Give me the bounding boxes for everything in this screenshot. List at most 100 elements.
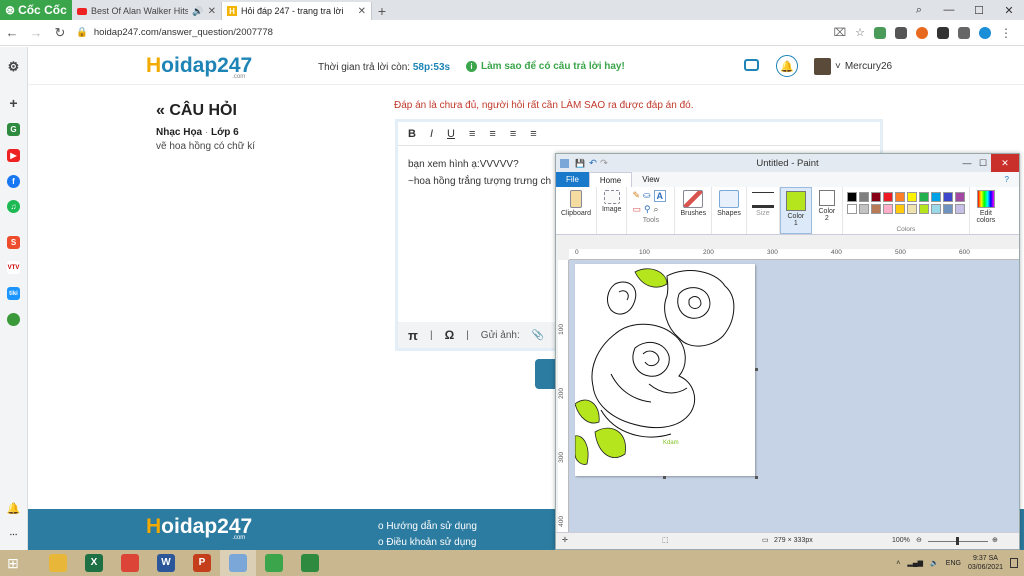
question-subject[interactable]: Nhạc Họa bbox=[156, 127, 202, 138]
palette-swatch[interactable] bbox=[918, 204, 929, 214]
palette-swatch[interactable] bbox=[858, 192, 869, 202]
tab-view[interactable]: View bbox=[632, 172, 669, 187]
palette-swatch[interactable] bbox=[906, 192, 917, 202]
audio-icon[interactable]: 🔊 bbox=[192, 6, 203, 17]
palette-swatch[interactable] bbox=[882, 192, 893, 202]
align-left-icon[interactable]: ≡ bbox=[469, 128, 475, 140]
screenshot-icon[interactable]: ⌧ bbox=[833, 26, 846, 39]
fill-icon[interactable]: ⛀ bbox=[643, 190, 651, 202]
reload-icon[interactable]: ↻ bbox=[48, 25, 72, 41]
puzzle-extensions-icon[interactable] bbox=[937, 26, 949, 39]
messages-icon[interactable] bbox=[744, 59, 759, 71]
color-palette[interactable] bbox=[843, 187, 969, 219]
more-menu-icon[interactable]: ⋮ bbox=[1000, 26, 1012, 40]
notification-bell-icon[interactable]: 🔔 bbox=[7, 502, 21, 515]
footer-link-guide[interactable]: o Hướng dẫn sử dụng bbox=[378, 519, 477, 535]
underline-button[interactable]: U bbox=[447, 128, 455, 140]
palette-swatch[interactable] bbox=[942, 192, 953, 202]
minimize-icon[interactable]: — bbox=[959, 154, 975, 172]
tab-home[interactable]: Home bbox=[588, 171, 633, 188]
size-group[interactable]: Size bbox=[747, 187, 780, 234]
question-grade[interactable]: Lớp 6 bbox=[211, 127, 239, 138]
tray-up-arrow-icon[interactable]: ˄ bbox=[896, 560, 900, 567]
palette-swatch[interactable] bbox=[894, 204, 905, 214]
site-logo[interactable]: Hoidap247.com bbox=[146, 54, 252, 80]
zoom-out-icon[interactable]: ⊖ bbox=[916, 536, 922, 544]
brushes-group[interactable]: Brushes bbox=[675, 187, 713, 234]
forward-icon[interactable]: → bbox=[24, 25, 48, 40]
download-icon[interactable] bbox=[895, 26, 907, 39]
network-icon[interactable]: ▂▄▆ bbox=[907, 559, 923, 567]
resize-handle-right[interactable] bbox=[755, 368, 758, 371]
palette-swatch[interactable] bbox=[870, 204, 881, 214]
palette-swatch[interactable] bbox=[954, 192, 965, 202]
palette-swatch[interactable] bbox=[942, 204, 953, 214]
palette-swatch[interactable] bbox=[930, 192, 941, 202]
align-right-icon[interactable]: ≡ bbox=[510, 128, 516, 140]
taskbar-excel-green[interactable] bbox=[292, 550, 328, 576]
tab-file[interactable]: File bbox=[556, 172, 589, 187]
footer-logo[interactable]: Hoidap247.com bbox=[146, 515, 252, 541]
palette-swatch[interactable] bbox=[882, 204, 893, 214]
text-icon[interactable]: A bbox=[653, 190, 667, 202]
taskbar-excel[interactable]: X bbox=[76, 550, 112, 576]
profile-icon[interactable] bbox=[979, 26, 991, 39]
color2-selector[interactable]: Color 2 bbox=[812, 187, 843, 234]
taskbar-word[interactable]: W bbox=[148, 550, 184, 576]
taskbar-powerpoint[interactable]: P bbox=[184, 550, 220, 576]
zoom-in-icon[interactable]: ⊕ bbox=[992, 536, 998, 544]
palette-swatch[interactable] bbox=[906, 204, 917, 214]
minimize-icon[interactable]: — bbox=[934, 0, 964, 20]
palette-swatch[interactable] bbox=[894, 192, 905, 202]
magnifier-icon[interactable]: ⌕ bbox=[654, 204, 659, 215]
sidebar-green-app-icon[interactable]: G bbox=[7, 123, 20, 136]
sidebar-vtv-icon[interactable]: VTV bbox=[7, 261, 20, 274]
close-window-icon[interactable]: ✕ bbox=[991, 154, 1019, 172]
maximize-icon[interactable]: ☐ bbox=[964, 0, 994, 20]
edit-colors-button[interactable]: Edit colors bbox=[970, 187, 1002, 234]
sidebar-add-icon[interactable]: + bbox=[7, 95, 20, 111]
footer-link-terms[interactable]: o Điều khoản sử dụng bbox=[378, 535, 477, 550]
palette-swatch[interactable] bbox=[870, 192, 881, 202]
coccoc-extension-icon[interactable] bbox=[916, 26, 928, 39]
palette-swatch[interactable] bbox=[954, 204, 965, 214]
color-picker-icon[interactable]: ⚲ bbox=[644, 204, 651, 215]
sidebar-shopee-icon[interactable]: S bbox=[7, 236, 20, 249]
close-window-icon[interactable]: ✕ bbox=[994, 0, 1024, 20]
bookmark-star-icon[interactable]: ☆ bbox=[855, 26, 865, 39]
sidebar-youtube-icon[interactable]: ▶ bbox=[7, 149, 20, 162]
color1-selector[interactable]: Color 1 bbox=[779, 187, 812, 234]
taskbar-paint[interactable] bbox=[220, 550, 256, 576]
howto-link[interactable]: i Làm sao để có câu trả lời hay! bbox=[466, 61, 625, 72]
palette-swatch[interactable] bbox=[930, 204, 941, 214]
sidebar-spotify-icon[interactable]: ♫ bbox=[7, 200, 20, 213]
clipboard-group[interactable]: Clipboard bbox=[556, 187, 597, 234]
shield-extension-icon[interactable] bbox=[874, 26, 886, 39]
notification-center-icon[interactable] bbox=[1010, 558, 1018, 568]
align-justify-icon[interactable]: ≡ bbox=[530, 128, 536, 140]
shapes-group[interactable]: Shapes bbox=[712, 187, 747, 234]
sidebar-facebook-icon[interactable]: f bbox=[7, 175, 20, 188]
drawing-canvas[interactable]: Kdam bbox=[574, 264, 755, 476]
bold-button[interactable]: B bbox=[408, 128, 416, 140]
notification-bell-icon[interactable]: 🔔 bbox=[776, 55, 798, 77]
palette-swatch[interactable] bbox=[846, 204, 857, 214]
zoom-slider-thumb[interactable] bbox=[956, 537, 959, 545]
taskbar-coccoc[interactable] bbox=[256, 550, 292, 576]
close-tab-icon[interactable]: ✕ bbox=[358, 6, 366, 17]
tab-alan-walker[interactable]: Best Of Alan Walker Hits 🔊 ✕ bbox=[72, 2, 222, 20]
clock[interactable]: 9:37 SA 03/06/2021 bbox=[968, 554, 1003, 572]
image-group[interactable]: Image bbox=[597, 187, 628, 234]
taskbar-chrome[interactable] bbox=[112, 550, 148, 576]
address-bar[interactable]: 🔒 hoidap247.com/answer_question/2007778 bbox=[76, 27, 816, 38]
user-menu[interactable]: ˅ Mercury26 bbox=[814, 58, 892, 75]
menu-list-icon[interactable] bbox=[958, 26, 970, 39]
start-button[interactable]: ⊞ bbox=[0, 550, 26, 576]
eraser-icon[interactable]: ▭ bbox=[632, 204, 641, 215]
help-icon[interactable]: ? bbox=[995, 172, 1019, 187]
tab-hoidap[interactable]: H Hỏi đáp 247 - trang tra lời ✕ bbox=[222, 2, 372, 20]
taskbar-file-explorer[interactable] bbox=[40, 550, 76, 576]
sidebar-game-icon[interactable] bbox=[7, 313, 20, 326]
pencil-icon[interactable]: ✎ bbox=[632, 190, 640, 202]
volume-icon[interactable]: 🔈 bbox=[930, 559, 939, 567]
